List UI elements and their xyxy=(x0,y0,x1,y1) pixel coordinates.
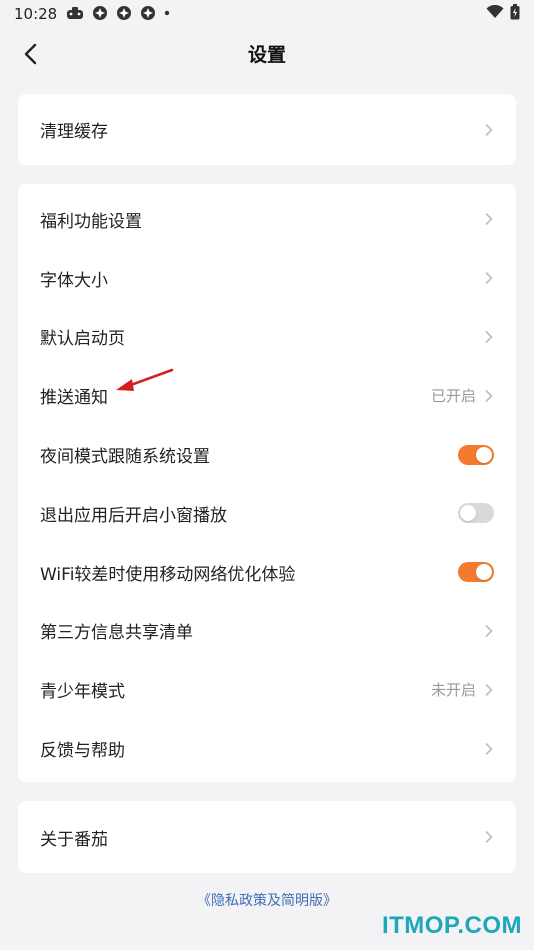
row-label: 推送通知 xyxy=(40,388,108,409)
row-welfare-settings[interactable]: 福利功能设置 xyxy=(18,190,516,249)
app-notification-icon xyxy=(141,6,155,20)
chevron-right-icon xyxy=(485,624,493,638)
row-label: 青少年模式 xyxy=(40,682,125,703)
row-value: 未开启 xyxy=(430,681,476,700)
row-label: 清理缓存 xyxy=(40,122,108,142)
night-mode-toggle[interactable] xyxy=(458,444,494,465)
watermark-logo: ITMOP.COM xyxy=(381,912,522,939)
row-teen-mode[interactable]: 青少年模式 未开启 xyxy=(18,660,516,719)
status-time: 10:28 xyxy=(14,5,58,23)
status-bar: 10:28 xyxy=(0,0,534,28)
chevron-right-icon xyxy=(485,213,493,226)
settings-card-main: 福利功能设置 字体大小 默认启动页 推送通知 已开启 夜间模式跟随系统设置 退出… xyxy=(18,184,516,782)
row-label: 字体大小 xyxy=(40,270,108,291)
app-notification-icon xyxy=(93,6,107,20)
row-feedback-help[interactable]: 反馈与帮助 xyxy=(18,719,516,778)
row-label: 第三方信息共享清单 xyxy=(40,623,193,644)
row-label: 夜间模式跟随系统设置 xyxy=(40,447,210,468)
status-icons-left xyxy=(66,5,170,21)
row-label: WiFi较差时使用移动网络优化体验 xyxy=(40,564,296,585)
chevron-right-icon xyxy=(485,742,493,755)
settings-card-storage: 清理缓存 xyxy=(18,94,516,165)
status-icons-right xyxy=(486,4,520,20)
wifi-icon xyxy=(486,5,504,18)
row-push-notifications[interactable]: 推送通知 已开启 xyxy=(18,366,516,425)
battery-icon xyxy=(510,4,520,20)
wifi-optimize-toggle[interactable] xyxy=(458,562,494,583)
row-label: 默认启动页 xyxy=(40,329,125,350)
row-value: 已开启 xyxy=(430,387,476,406)
chevron-right-icon xyxy=(485,830,493,844)
gamepad-icon xyxy=(67,7,83,19)
app-notification-icon xyxy=(117,6,131,20)
toggle-knob xyxy=(476,446,492,463)
settings-card-about: 关于番茄 xyxy=(18,801,516,873)
header: 设置 xyxy=(0,28,534,76)
red-arrow-annotation-icon xyxy=(116,368,174,391)
chevron-right-icon xyxy=(485,272,493,285)
chevron-right-icon xyxy=(485,683,493,696)
row-night-mode-follow-system[interactable]: 夜间模式跟随系统设置 xyxy=(18,425,516,484)
row-label: 退出应用后开启小窗播放 xyxy=(40,505,227,526)
row-label: 反馈与帮助 xyxy=(40,741,125,762)
row-about[interactable]: 关于番茄 xyxy=(18,801,516,873)
toggle-knob xyxy=(476,564,492,581)
row-clear-cache[interactable]: 清理缓存 xyxy=(18,94,516,165)
row-label: 关于番茄 xyxy=(40,829,108,850)
chevron-right-icon xyxy=(485,330,493,344)
chevron-right-icon xyxy=(485,389,493,402)
privacy-policy-link[interactable]: 《隐私政策及简明版》 xyxy=(0,890,534,910)
toggle-knob xyxy=(460,505,476,522)
more-notifications-dot-icon xyxy=(164,10,170,16)
page-title: 设置 xyxy=(247,44,286,66)
pip-toggle[interactable] xyxy=(458,503,494,524)
row-third-party-sharing-list[interactable]: 第三方信息共享清单 xyxy=(18,602,516,661)
chevron-right-icon xyxy=(485,123,493,136)
row-wifi-mobile-optimize[interactable]: WiFi较差时使用移动网络优化体验 xyxy=(18,543,516,602)
row-font-size[interactable]: 字体大小 xyxy=(18,249,516,308)
row-default-start-page[interactable]: 默认启动页 xyxy=(18,308,516,367)
row-pip-after-exit[interactable]: 退出应用后开启小窗播放 xyxy=(18,484,516,543)
row-label: 福利功能设置 xyxy=(40,211,142,232)
